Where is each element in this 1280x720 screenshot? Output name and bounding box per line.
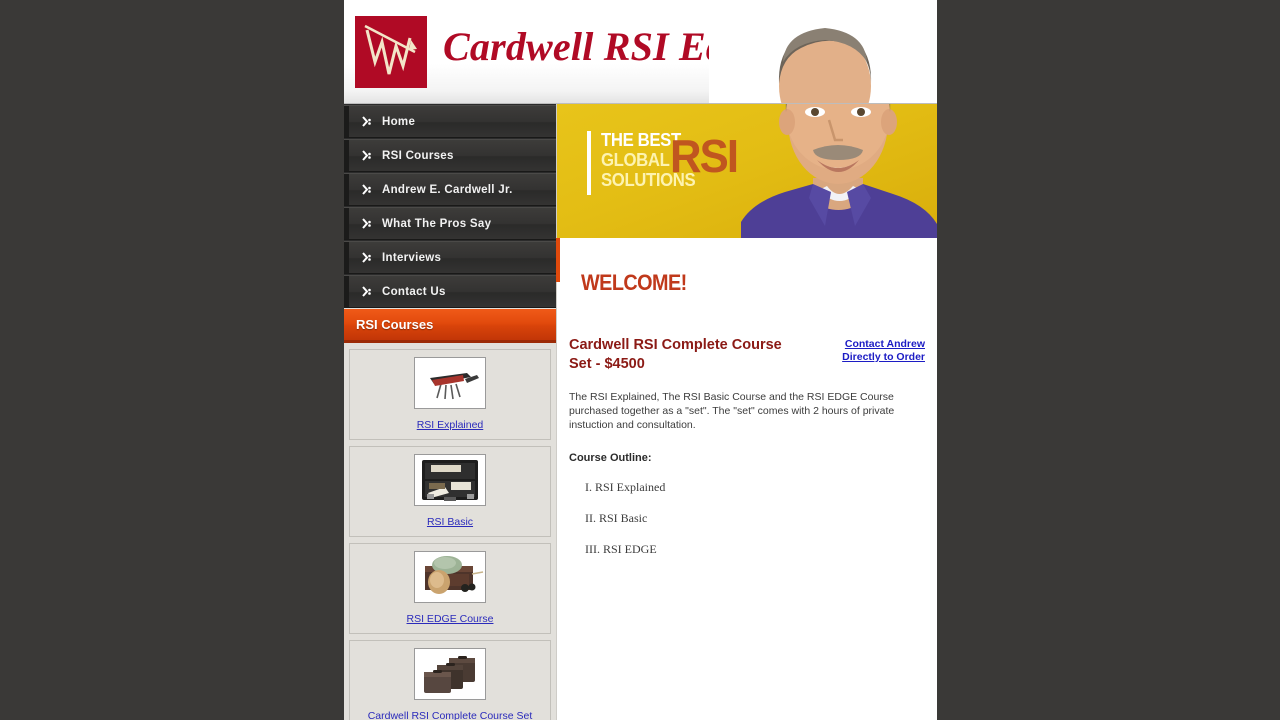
swiss-army-knife-icon <box>414 357 486 409</box>
double-chevron-right-icon <box>362 252 373 263</box>
sidebar-item-label: Andrew E. Cardwell Jr. <box>382 183 513 196</box>
sidebar-item-what-the-pros-say[interactable]: What The Pros Say <box>344 207 556 240</box>
sidebar-item-label: RSI Courses <box>382 149 454 162</box>
page-container: Cardwell RSI Edge Home RSI Courses Andre… <box>344 0 937 720</box>
double-chevron-right-icon <box>362 184 373 195</box>
order-link-line-2: Directly to Order <box>842 351 925 363</box>
order-link-line-1: Contact Andrew <box>844 338 925 350</box>
product-link[interactable]: RSI Explained <box>417 419 484 431</box>
course-outline-item: III. RSI EDGE <box>585 542 657 556</box>
product-link[interactable]: RSI EDGE Course <box>407 613 494 625</box>
double-chevron-right-icon <box>362 150 373 161</box>
main-content: THE BEST GLOBAL SOLUTIONS RSI WELCOME! C… <box>556 104 937 720</box>
andrew-cardwell-portrait-icon <box>709 18 937 103</box>
sidebar-item-label: Interviews <box>382 251 442 264</box>
list-item[interactable]: RSI EDGE Course <box>349 543 551 634</box>
article-header: Cardwell RSI Complete Course Set - $4500… <box>569 336 925 374</box>
list-item[interactable]: RSI Explained <box>349 349 551 440</box>
sidebar-item-label: Contact Us <box>382 285 446 298</box>
content-columns: Home RSI Courses Andrew E. Cardwell Jr. … <box>344 104 937 720</box>
sidebar-item-home[interactable]: Home <box>344 105 556 138</box>
article-body: The RSI Explained, The RSI Basic Course … <box>569 391 895 431</box>
hero-banner: THE BEST GLOBAL SOLUTIONS RSI <box>557 104 937 238</box>
sidebar-item-interviews[interactable]: Interviews <box>344 241 556 274</box>
brown-machine-icon <box>414 551 486 603</box>
sidebar-item-label: What The Pros Say <box>382 217 492 230</box>
sidebar-item-label: Home <box>382 115 416 128</box>
welcome-heading: WELCOME! <box>581 270 687 295</box>
double-chevron-right-icon <box>362 286 373 297</box>
site-masthead: Cardwell RSI Edge <box>344 0 937 104</box>
course-outline-item: II. RSI Basic <box>585 511 648 525</box>
sidebar-section-header-label: RSI Courses <box>356 317 434 332</box>
accent-strip <box>556 238 560 282</box>
double-chevron-right-icon <box>362 116 373 127</box>
article: Cardwell RSI Complete Course Set - $4500… <box>557 314 937 557</box>
product-link[interactable]: Cardwell RSI Complete Course Set <box>368 710 533 720</box>
sidebar-item-contact-us[interactable]: Contact Us <box>344 275 556 308</box>
product-list: RSI Explained RSI Basic RSI EDGE Course … <box>344 343 556 720</box>
main-navigation: Home RSI Courses Andrew E. Cardwell Jr. … <box>344 104 556 308</box>
double-chevron-right-icon <box>362 218 373 229</box>
list-item[interactable]: Cardwell RSI Complete Course Set <box>349 640 551 720</box>
open-black-case-icon <box>414 454 486 506</box>
course-outline-item: I. RSI Explained <box>585 480 666 494</box>
article-title: Cardwell RSI Complete Course Set - $4500 <box>569 337 782 372</box>
contact-to-order-link[interactable]: Contact Andrew Directly to Order <box>842 336 925 364</box>
rsi-chart-logo-icon <box>355 16 427 88</box>
list-item[interactable]: RSI Basic <box>349 446 551 537</box>
sidebar-item-andrew-cardwell[interactable]: Andrew E. Cardwell Jr. <box>344 173 556 206</box>
banner-rsi-wordmark: RSI <box>670 130 739 182</box>
sidebar-section-header: RSI Courses <box>344 309 556 343</box>
sidebar: Home RSI Courses Andrew E. Cardwell Jr. … <box>344 104 556 720</box>
andrew-cardwell-portrait-icon <box>741 104 937 238</box>
product-link[interactable]: RSI Basic <box>427 516 473 528</box>
stacked-cases-icon <box>414 648 486 700</box>
banner-divider <box>587 131 591 195</box>
welcome-area: WELCOME! <box>557 238 937 314</box>
course-outline-heading: Course Outline: <box>569 452 652 464</box>
sidebar-item-rsi-courses[interactable]: RSI Courses <box>344 139 556 172</box>
